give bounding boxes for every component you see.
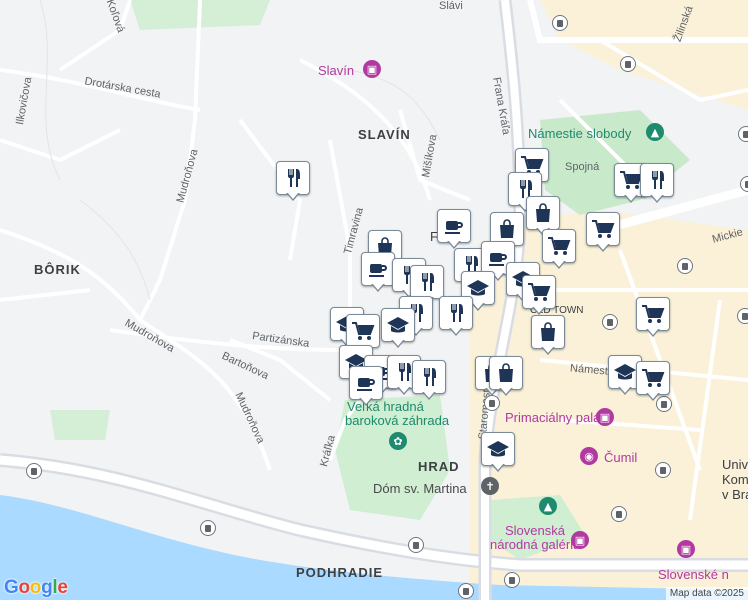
garden-icon[interactable]: ✿ (389, 432, 407, 450)
small-park (50, 410, 110, 440)
tram-stop-icon[interactable] (200, 520, 216, 536)
museum-icon[interactable]: ▣ (363, 60, 381, 78)
shopping-cart-marker[interactable] (636, 297, 670, 341)
shopping-cart-icon (591, 218, 615, 240)
cafe-marker[interactable] (349, 366, 383, 410)
restaurant-icon (646, 169, 668, 191)
cafe-icon (443, 215, 465, 237)
tram-stop-icon[interactable] (737, 308, 748, 324)
shopping-bag-marker[interactable] (531, 315, 565, 359)
tram-stop-icon[interactable] (552, 15, 568, 31)
shopping-bag-icon (532, 202, 554, 224)
tram-stop-icon[interactable] (602, 314, 618, 330)
restaurant-icon (416, 271, 438, 293)
shopping-cart-marker[interactable] (522, 275, 556, 319)
graduation-cap-icon (486, 438, 510, 460)
tram-stop-icon[interactable] (458, 583, 474, 599)
google-logo: Google (4, 577, 68, 598)
graduation-cap-icon (613, 361, 637, 383)
shopping-cart-marker[interactable] (542, 229, 576, 273)
shopping-cart-icon (641, 303, 665, 325)
tram-stop-icon[interactable] (738, 126, 748, 142)
restaurant-marker[interactable] (439, 296, 473, 340)
graduation-cap-marker[interactable] (381, 308, 415, 352)
shopping-cart-marker[interactable] (636, 361, 670, 405)
tram-stop-icon[interactable] (26, 463, 42, 479)
park-icon[interactable]: ▲ (539, 497, 557, 515)
tram-stop-icon[interactable] (655, 462, 671, 478)
shopping-bag-marker[interactable] (489, 356, 523, 400)
tram-stop-icon[interactable] (677, 258, 693, 274)
restaurant-marker[interactable] (276, 161, 310, 205)
restaurant-icon (282, 167, 304, 189)
camera-icon[interactable]: ◉ (580, 447, 598, 465)
park-icon[interactable]: ▲ (646, 123, 664, 141)
restaurant-marker[interactable] (412, 360, 446, 404)
restaurant-icon (445, 302, 467, 324)
shopping-cart-icon (527, 281, 551, 303)
cafe-icon (367, 258, 389, 280)
museum-icon[interactable]: ▣ (596, 408, 614, 426)
graduation-cap-marker[interactable] (481, 432, 515, 476)
graduation-cap-icon (386, 314, 410, 336)
shopping-cart-icon (351, 320, 375, 342)
restaurant-icon (418, 366, 440, 388)
shopping-bag-icon (495, 362, 517, 384)
shopping-bag-icon (496, 218, 518, 240)
tram-stop-icon[interactable] (611, 506, 627, 522)
shopping-cart-marker[interactable] (586, 212, 620, 256)
cafe-marker[interactable] (361, 252, 395, 296)
cafe-icon (355, 372, 377, 394)
tram-stop-icon[interactable] (620, 56, 636, 72)
map-attribution[interactable]: Map data ©2025 (665, 587, 748, 600)
church-icon[interactable]: ✝ (481, 477, 499, 495)
museum-icon[interactable]: ▣ (677, 540, 695, 558)
museum-icon[interactable]: ▣ (571, 531, 589, 549)
shopping-bag-icon (537, 321, 559, 343)
shopping-cart-icon (641, 367, 665, 389)
cafe-marker[interactable] (437, 209, 471, 253)
tram-stop-icon[interactable] (408, 537, 424, 553)
tram-stop-icon[interactable] (504, 572, 520, 588)
restaurant-marker[interactable] (640, 163, 674, 207)
shopping-cart-icon (547, 235, 571, 257)
